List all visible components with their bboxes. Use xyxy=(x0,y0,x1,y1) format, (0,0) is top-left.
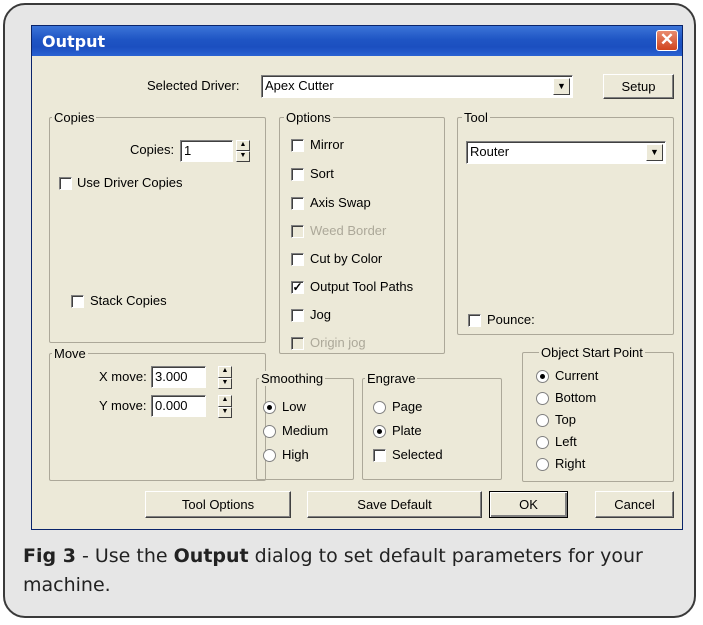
start-right-radio[interactable] xyxy=(536,458,549,471)
y-move-label: Y move: xyxy=(99,398,147,413)
start-top-label: Top xyxy=(555,412,576,427)
use-driver-copies-label: Use Driver Copies xyxy=(77,175,183,190)
tool-dropdown[interactable]: Router ▼ xyxy=(466,141,666,164)
axis-swap-checkbox[interactable] xyxy=(291,197,304,210)
y-move-spinner[interactable]: ▲ ▼ xyxy=(218,395,232,418)
start-left-radio[interactable] xyxy=(536,436,549,449)
output-tool-paths-label: Output Tool Paths xyxy=(310,279,414,294)
start-current-radio[interactable] xyxy=(536,370,549,383)
smoothing-low-label: Low xyxy=(282,399,306,414)
engrave-selected-label: Selected xyxy=(392,447,443,462)
caption-fig-number: Fig 3 xyxy=(23,545,76,567)
start-top-radio[interactable] xyxy=(536,414,549,427)
chevron-down-icon[interactable]: ▼ xyxy=(553,78,570,95)
engrave-plate-radio[interactable] xyxy=(373,425,386,438)
use-driver-copies-checkbox[interactable] xyxy=(59,177,72,190)
pounce-checkbox[interactable] xyxy=(468,314,481,327)
mirror-checkbox[interactable] xyxy=(291,139,304,152)
origin-jog-label: Origin jog xyxy=(310,335,366,350)
chevron-down-icon[interactable]: ▼ xyxy=(218,406,232,418)
output-dialog: Output ✕ Selected Driver: Apex Cutter ▼ … xyxy=(31,25,683,530)
engrave-page-label: Page xyxy=(392,399,423,414)
tool-legend: Tool xyxy=(462,110,490,125)
figure-caption: Fig 3 - Use the Output dialog to set def… xyxy=(23,542,683,600)
pounce-label: Pounce: xyxy=(487,312,535,327)
y-move-input[interactable]: 0.000 xyxy=(151,395,206,417)
weed-border-checkbox[interactable] xyxy=(291,225,304,238)
chevron-up-icon[interactable]: ▲ xyxy=(218,366,232,378)
object-start-point-legend: Object Start Point xyxy=(539,345,645,360)
dialog-title: Output xyxy=(42,32,106,51)
tool-value: Router xyxy=(470,144,510,159)
sort-label: Sort xyxy=(310,166,334,181)
smoothing-low-radio[interactable] xyxy=(263,401,276,414)
chevron-up-icon[interactable]: ▲ xyxy=(236,140,250,151)
save-default-button[interactable]: Save Default xyxy=(307,491,482,518)
engrave-legend: Engrave xyxy=(365,371,418,386)
smoothing-medium-label: Medium xyxy=(282,423,329,438)
copies-label: Copies: xyxy=(130,142,175,157)
sort-checkbox[interactable] xyxy=(291,168,304,181)
start-bottom-radio[interactable] xyxy=(536,392,549,405)
caption-bold-word: Output xyxy=(173,545,249,567)
x-move-spinner[interactable]: ▲ ▼ xyxy=(218,366,232,389)
copies-input[interactable]: 1 xyxy=(180,140,233,162)
mirror-label: Mirror xyxy=(310,137,344,152)
smoothing-high-label: High xyxy=(282,447,309,462)
start-bottom-label: Bottom xyxy=(555,390,597,405)
cancel-button[interactable]: Cancel xyxy=(595,491,674,518)
figure-card: Output ✕ Selected Driver: Apex Cutter ▼ … xyxy=(3,3,696,618)
setup-button[interactable]: Setup xyxy=(603,74,674,99)
cut-by-color-label: Cut by Color xyxy=(310,251,383,266)
title-bar: Output ✕ xyxy=(32,26,682,56)
chevron-down-icon[interactable]: ▼ xyxy=(646,144,663,161)
cut-by-color-checkbox[interactable] xyxy=(291,253,304,266)
options-legend: Options xyxy=(284,110,333,125)
start-left-label: Left xyxy=(555,434,577,449)
axis-swap-label: Axis Swap xyxy=(310,195,371,210)
x-move-input[interactable]: 3.000 xyxy=(151,366,206,388)
caption-text-before: - Use the xyxy=(75,545,174,567)
chevron-down-icon[interactable]: ▼ xyxy=(236,151,250,162)
copies-legend: Copies xyxy=(52,110,97,125)
stack-copies-label: Stack Copies xyxy=(90,293,167,308)
jog-checkbox[interactable] xyxy=(291,309,304,322)
output-tool-paths-checkbox[interactable]: ✓ xyxy=(291,281,304,294)
start-right-label: Right xyxy=(555,456,586,471)
ok-button[interactable]: OK xyxy=(489,491,568,518)
weed-border-label: Weed Border xyxy=(310,223,387,238)
engrave-plate-label: Plate xyxy=(392,423,422,438)
selected-driver-dropdown[interactable]: Apex Cutter ▼ xyxy=(261,75,573,98)
chevron-up-icon[interactable]: ▲ xyxy=(218,395,232,407)
chevron-down-icon[interactable]: ▼ xyxy=(218,377,232,389)
smoothing-medium-radio[interactable] xyxy=(263,425,276,438)
jog-label: Jog xyxy=(310,307,331,322)
move-legend: Move xyxy=(52,346,88,361)
smoothing-high-radio[interactable] xyxy=(263,449,276,462)
tool-options-button[interactable]: Tool Options xyxy=(145,491,291,518)
selected-driver-label: Selected Driver: xyxy=(147,78,240,93)
start-current-label: Current xyxy=(555,368,599,383)
stack-copies-checkbox[interactable] xyxy=(71,295,84,308)
engrave-selected-checkbox[interactable] xyxy=(373,449,386,462)
x-move-label: X move: xyxy=(99,369,147,384)
selected-driver-value: Apex Cutter xyxy=(265,78,334,93)
close-icon[interactable]: ✕ xyxy=(656,30,678,51)
engrave-page-radio[interactable] xyxy=(373,401,386,414)
smoothing-legend: Smoothing xyxy=(259,371,326,386)
copies-spinner[interactable]: ▲ ▼ xyxy=(236,140,250,162)
origin-jog-checkbox[interactable] xyxy=(291,337,304,350)
